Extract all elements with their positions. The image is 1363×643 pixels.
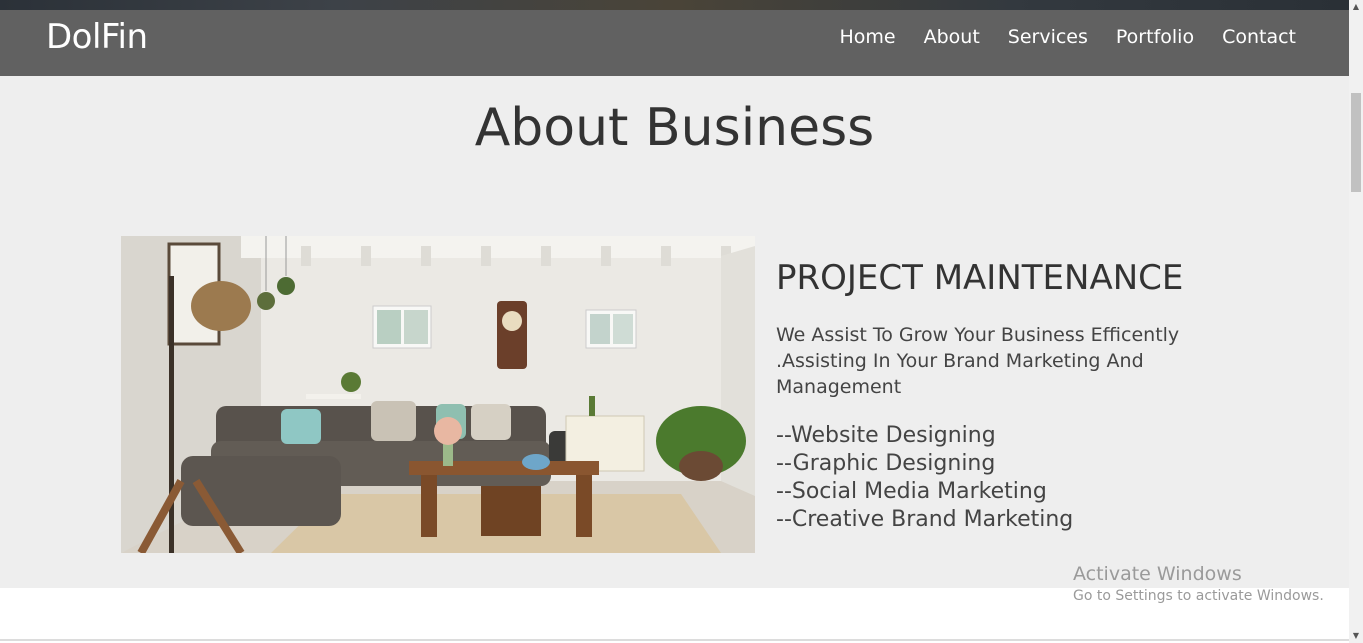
nav-link-services[interactable]: Services (1008, 26, 1088, 48)
nav-links: Home About Services Portfolio Contact (811, 26, 1296, 48)
scroll-down-arrow-icon[interactable]: ▼ (1351, 630, 1361, 642)
hero-image-strip (0, 0, 1349, 10)
watermark-subtitle: Go to Settings to activate Windows. (1073, 588, 1324, 604)
living-room-image (121, 236, 755, 553)
nav-link-contact[interactable]: Contact (1222, 26, 1296, 48)
nav-link-about[interactable]: About (924, 26, 980, 48)
service-list: --Website Designing --Graphic Designing … (776, 422, 1216, 534)
scroll-up-arrow-icon[interactable]: ▲ (1351, 1, 1361, 13)
section-title: About Business (474, 98, 875, 158)
nav-link-portfolio[interactable]: Portfolio (1116, 26, 1194, 48)
page-divider (0, 639, 1349, 641)
service-item: --Website Designing (776, 423, 996, 448)
service-item: --Graphic Designing (776, 451, 996, 476)
watermark-title: Activate Windows (1073, 563, 1242, 585)
project-description: We Assist To Grow Your Business Efficent… (776, 324, 1180, 398)
about-section: About Business PROJECT MAINTENANCE We As… (0, 76, 1349, 588)
vertical-scrollbar[interactable]: ▲ ▼ (1349, 0, 1363, 643)
service-item: --Creative Brand Marketing (776, 507, 1074, 532)
about-content: PROJECT MAINTENANCE We Assist To Grow Yo… (776, 258, 1216, 534)
brand-logo[interactable]: DolFin (46, 17, 148, 57)
nav-link-home[interactable]: Home (839, 26, 895, 48)
activate-windows-watermark: Activate Windows Go to Settings to activ… (1073, 563, 1324, 604)
scrollbar-thumb[interactable] (1351, 93, 1361, 192)
service-item: --Social Media Marketing (776, 479, 1047, 504)
project-heading: PROJECT MAINTENANCE (776, 258, 1184, 298)
navbar: DolFin Home About Services Portfolio Con… (0, 10, 1349, 76)
